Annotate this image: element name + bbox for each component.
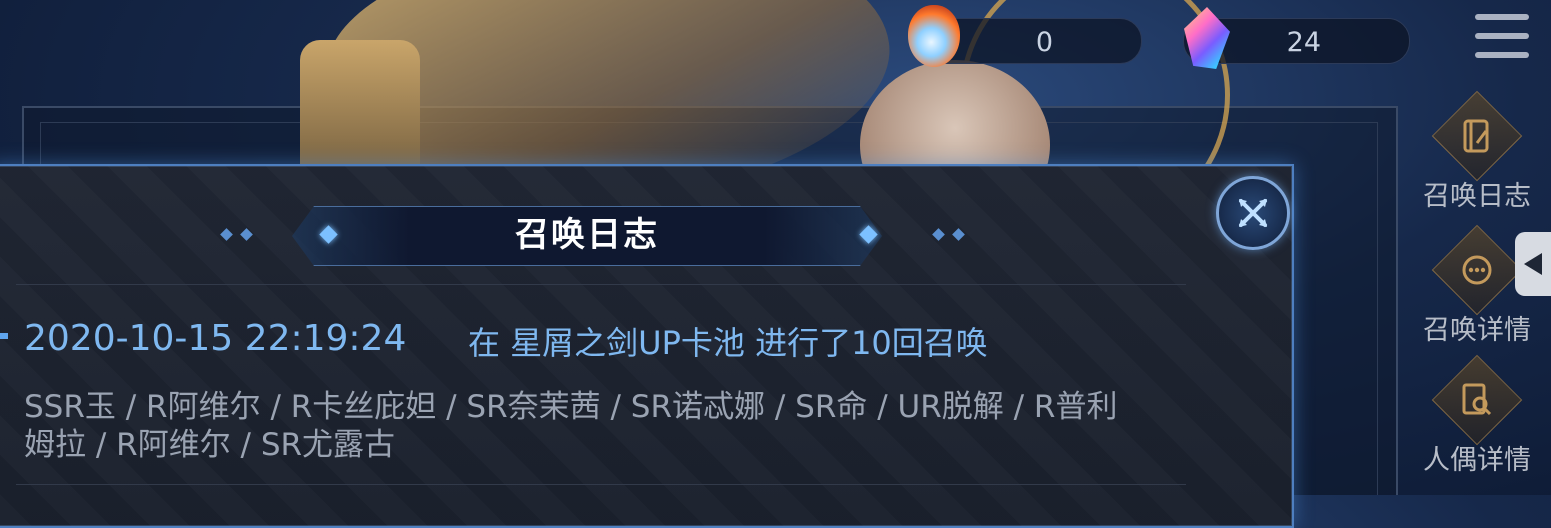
currency-bar-crystal[interactable]: 24 (1183, 7, 1410, 69)
search-document-icon (1431, 354, 1523, 446)
currency-bar-fire-gem[interactable]: 0 (908, 5, 1142, 67)
log-entry-description: 在 星屑之剑UP卡池 进行了10回召唤 (468, 324, 988, 362)
log-entry-results: SSR玉 / R阿维尔 / R卡丝庇妲 / SR奈茉茜 / SR诺忒娜 / SR… (24, 389, 1118, 463)
hamburger-menu-icon[interactable] (1475, 14, 1529, 62)
title-decoration-icon (220, 228, 233, 241)
dialog-title: 召唤日志 (515, 215, 659, 255)
side-menu-doll-details[interactable]: 人偶详情 (1412, 354, 1542, 477)
collapse-arrow-tab[interactable] (1515, 232, 1551, 296)
title-decoration-icon (952, 228, 965, 241)
title-decoration-icon (932, 228, 945, 241)
entry-marker (0, 333, 8, 339)
log-entry-time: 2020-10-15 22:19:24 (24, 318, 407, 359)
fire-gem-icon (908, 5, 960, 67)
close-icon (1239, 199, 1267, 227)
ellipsis-chat-icon (1431, 224, 1523, 316)
divider (16, 484, 1186, 485)
title-decoration-icon (240, 228, 253, 241)
side-menu-summon-log[interactable]: 召唤日志 (1412, 90, 1542, 213)
divider (16, 284, 1186, 285)
currency-value: 0 (1035, 27, 1053, 58)
currency-value: 24 (1286, 27, 1321, 58)
close-button[interactable] (1216, 176, 1290, 250)
notebook-icon (1431, 90, 1523, 182)
